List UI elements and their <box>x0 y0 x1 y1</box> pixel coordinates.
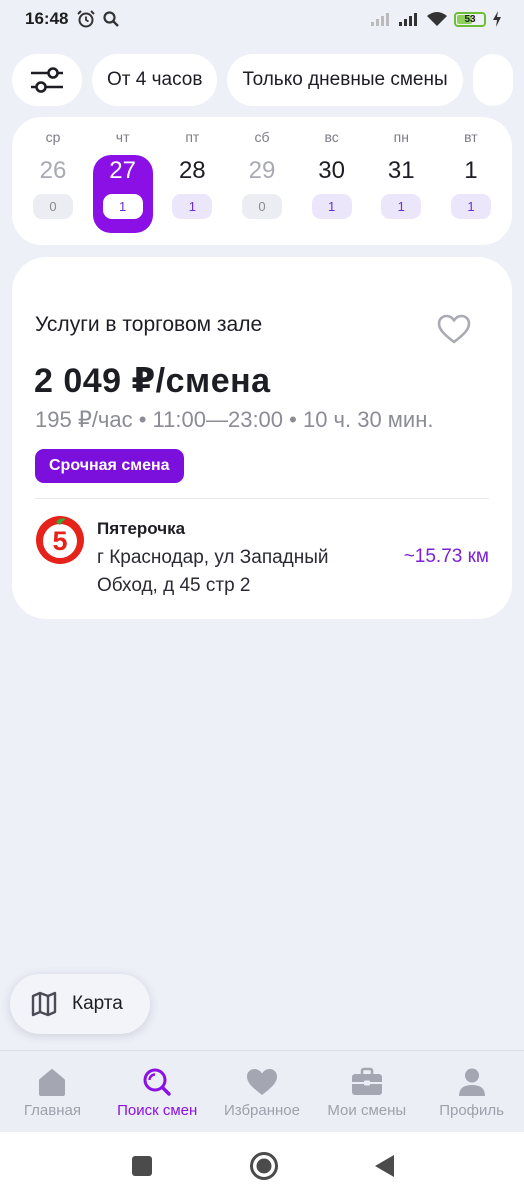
day-number: 1 <box>464 157 478 184</box>
calendar-day[interactable]: пн 31 1 <box>370 117 432 245</box>
day-number: 26 <box>39 157 67 184</box>
tab-search-shifts[interactable]: Поиск смен <box>105 1051 210 1132</box>
calendar-day[interactable]: вт 1 1 <box>440 117 502 245</box>
filter-chip-more[interactable] <box>472 54 513 106</box>
store-name: Пятерочка <box>97 519 186 538</box>
tab-label: Мои смены <box>327 1102 407 1119</box>
day-of-week: сб <box>254 129 270 145</box>
tab-label: Избранное <box>223 1102 300 1119</box>
bottom-tab-bar: Главная Поиск смен Избранное Мои смены П… <box>0 1050 524 1132</box>
shift-count-badge: 0 <box>33 194 73 219</box>
tab-favorites[interactable]: Избранное <box>210 1051 315 1132</box>
urgent-badge: Срочная смена <box>35 449 184 483</box>
distance-label: ~15.73 км <box>403 546 489 567</box>
charging-icon <box>493 11 501 27</box>
day-number: 29 <box>248 157 276 184</box>
pyaterochka-logo: 5 <box>36 516 84 564</box>
system-navigation-bar <box>0 1132 524 1200</box>
store-address: г Краснодар, ул Западный Обход, д 45 стр… <box>97 547 329 596</box>
day-of-week: вс <box>324 129 339 145</box>
search-status-icon <box>103 11 120 27</box>
map-button[interactable]: Карта <box>10 974 150 1034</box>
calendar-day[interactable]: сб 29 0 <box>231 117 293 245</box>
briefcase-icon <box>351 1067 382 1095</box>
wifi-icon <box>427 12 447 26</box>
filter-chip-day-shifts[interactable]: Только дневные смены <box>227 54 463 106</box>
tab-label: Главная <box>23 1102 81 1119</box>
day-of-week: пн <box>393 129 409 145</box>
map-icon <box>31 991 57 1017</box>
day-number: 27 <box>109 157 136 184</box>
filter-settings-button[interactable] <box>12 54 82 106</box>
alarm-icon <box>77 10 96 28</box>
status-time: 16:48 <box>25 9 69 28</box>
favorite-button[interactable] <box>432 309 476 349</box>
shift-count-badge: 1 <box>102 194 143 219</box>
shift-count-badge: 1 <box>450 194 491 219</box>
calendar-day[interactable]: пт 28 1 <box>161 117 223 245</box>
signal-off-icon <box>371 13 389 26</box>
sliders-icon <box>31 67 63 93</box>
date-strip: ср 26 0 чт 27 1 пт 28 1 сб 29 0 вс 30 1 … <box>12 117 512 245</box>
day-of-week: ср <box>45 129 61 145</box>
day-number: 28 <box>178 157 206 184</box>
home-icon <box>39 1069 66 1096</box>
shift-count-badge: 1 <box>311 194 352 219</box>
shift-title: Услуги в торговом зале <box>35 313 263 336</box>
tab-label: Профиль <box>439 1102 504 1119</box>
status-bar: 16:48 53 <box>0 0 524 38</box>
calendar-day[interactable]: ср 26 0 <box>22 117 84 245</box>
tab-label: Поиск смен <box>117 1102 198 1119</box>
calendar-day-selected[interactable]: чт 27 1 <box>92 117 154 245</box>
shift-count-badge: 1 <box>172 194 213 219</box>
shift-count-badge: 0 <box>241 194 282 219</box>
day-of-week: чт <box>115 129 130 145</box>
tab-my-shifts[interactable]: Мои смены <box>314 1051 419 1132</box>
shift-count-badge: 1 <box>381 194 422 219</box>
search-icon <box>143 1068 171 1096</box>
map-button-label: Карта <box>72 993 123 1014</box>
back-triangle-icon[interactable] <box>374 1154 396 1178</box>
shift-price: 2 049 ₽/смена <box>34 362 271 400</box>
divider <box>35 498 489 499</box>
tab-home[interactable]: Главная <box>0 1051 105 1132</box>
shift-card[interactable]: Услуги в торговом зале 2 049 ₽/смена 195… <box>12 257 512 619</box>
day-number: 31 <box>387 157 415 184</box>
shift-details: 195 ₽/час • 11:00—23:00 • 10 ч. 30 мин. <box>35 407 434 432</box>
filter-chip-duration[interactable]: От 4 часов <box>92 54 218 106</box>
signal-icon <box>399 13 417 26</box>
home-circle-icon[interactable] <box>249 1151 279 1181</box>
day-of-week: вт <box>464 129 478 145</box>
filter-bar: От 4 часов Только дневные смены <box>12 54 524 106</box>
day-number: 30 <box>318 157 345 184</box>
heart-outline-icon <box>437 314 471 344</box>
recents-square-icon[interactable] <box>131 1155 153 1177</box>
heart-icon <box>246 1069 277 1095</box>
profile-icon <box>458 1068 485 1096</box>
tab-profile[interactable]: Профиль <box>419 1051 524 1132</box>
svg-text:5: 5 <box>52 526 67 556</box>
day-of-week: пт <box>185 129 200 145</box>
battery-indicator: 53 <box>454 11 486 27</box>
calendar-day[interactable]: вс 30 1 <box>301 117 363 245</box>
